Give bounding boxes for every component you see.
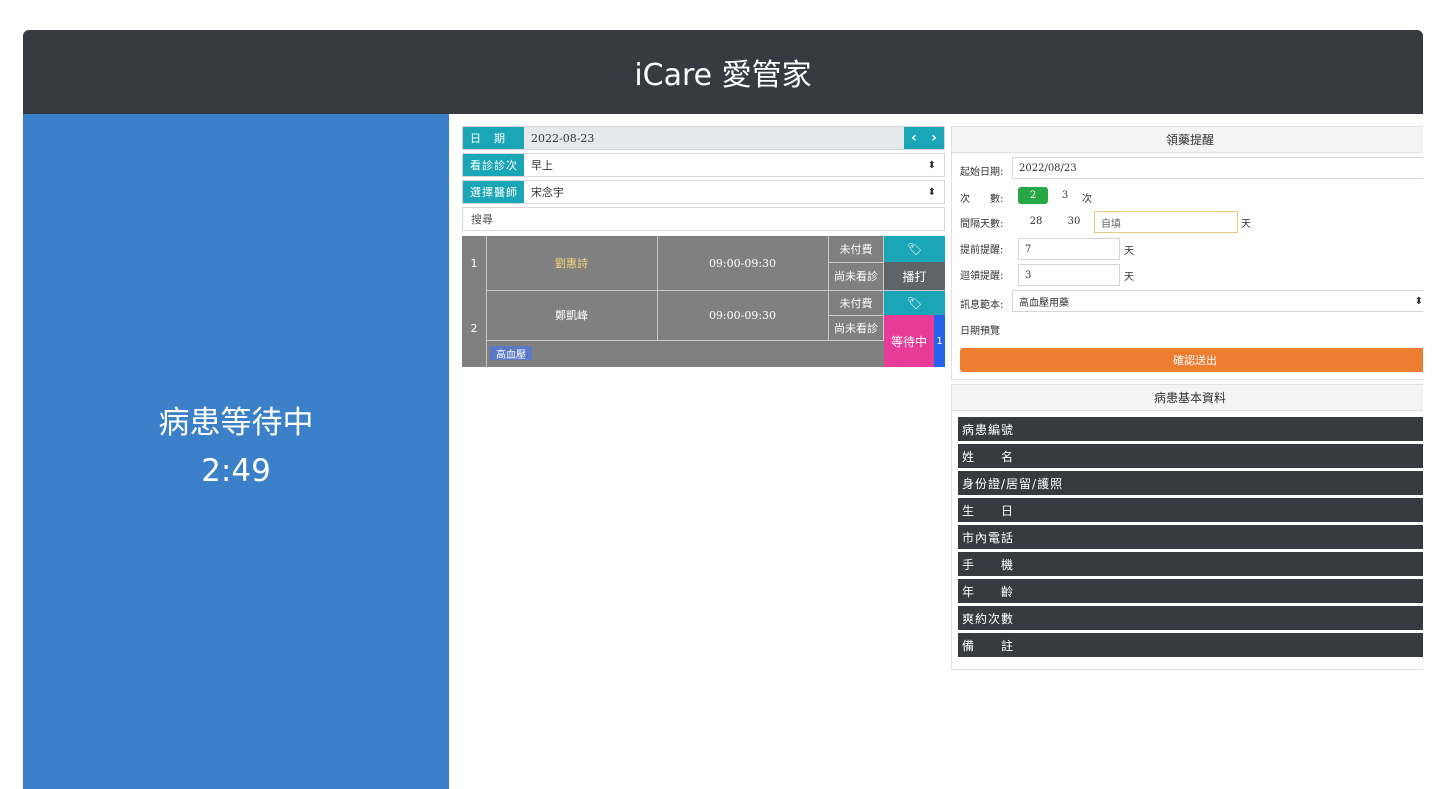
app-title: iCare 愛管家 [23, 30, 1423, 114]
condition-tag: 高血壓 [490, 346, 532, 361]
waiting-button[interactable]: 等待中 [884, 315, 934, 367]
search-input[interactable]: 搜尋 [462, 207, 945, 231]
info-row-mobile: 手 機 [958, 552, 1423, 576]
interval-option-30[interactable]: 30 [1062, 213, 1086, 230]
search-placeholder: 搜尋 [471, 213, 493, 226]
appointment-time: 09:00-09:30 [708, 308, 777, 322]
interval-custom-input[interactable]: 自填 [1094, 211, 1238, 233]
info-row-id-number: 身份證/居留/護照 [958, 471, 1423, 495]
appointment-time: 09:00-09:30 [708, 256, 777, 270]
date-label: 日 期 [463, 127, 524, 149]
waiting-count: 1 [934, 315, 945, 367]
visit-status: 尚未看診 [834, 321, 878, 335]
session-value: 早上 [531, 159, 553, 172]
divider [486, 290, 945, 291]
info-row-name: 姓 名 [958, 444, 1423, 468]
patient-info-card: 病患基本資料 病患編號 姓 名 身份證/居留/護照 生 日 市內電話 手 機 年… [951, 384, 1423, 670]
tag-icon[interactable]: 🏷 [884, 236, 945, 262]
patient-name[interactable]: 鄭凱峰 [486, 290, 657, 340]
doctor-label: 選擇醫師 [463, 181, 524, 203]
app-window: iCare 愛管家 病患等待中 2:49 日 期 2022-08-23 ‹ › … [23, 30, 1423, 789]
medication-reminder-card: 領藥提醒 起始日期: 2022/08/23 次 數: 2 3 次 間隔天數: 2… [951, 126, 1423, 380]
doctor-value: 宋念宇 [531, 186, 564, 199]
doctor-select[interactable]: 選擇醫師 宋念宇 ⬍ [462, 180, 945, 204]
divider [657, 236, 658, 340]
select-caret-icon: ⬍ [927, 159, 936, 171]
divider [828, 262, 884, 263]
repeat-label: 迴領提醒: [960, 271, 1004, 282]
date-preview-label: 日期預覽 [960, 326, 1000, 337]
info-row-no-show: 爽約次數 [958, 606, 1423, 630]
advance-input[interactable]: 7 [1018, 238, 1120, 260]
advance-label: 提前提醒: [960, 245, 1004, 256]
times-label: 次 數: [960, 194, 1004, 205]
info-row-birthday: 生 日 [958, 498, 1423, 522]
divider [883, 236, 884, 340]
repeat-input[interactable]: 3 [1018, 264, 1120, 286]
appointment-list: 1 劉惠詩 09:00-09:30 未付費 尚未看診 🏷 播打 2 鄭凱峰 09… [462, 236, 945, 367]
tag-icon[interactable]: 🏷 [884, 290, 945, 315]
interval-option-28[interactable]: 28 [1024, 213, 1048, 230]
payment-status: 未付費 [839, 296, 873, 310]
divider [486, 236, 487, 367]
advance-unit: 天 [1124, 246, 1134, 257]
divider [486, 340, 884, 341]
interval-label: 間隔天數: [960, 219, 1004, 230]
info-row-patient-id: 病患編號 [958, 417, 1423, 441]
date-nav: ‹ › [904, 127, 944, 149]
date-value[interactable]: 2022-08-23 [531, 127, 594, 149]
repeat-unit: 天 [1124, 272, 1134, 283]
times-option-2[interactable]: 2 [1018, 187, 1048, 204]
row-number: 1 [470, 256, 478, 270]
submit-button[interactable]: 確認送出 [960, 348, 1423, 372]
start-date-field[interactable]: 2022/08/23 [1012, 157, 1423, 179]
divider [828, 236, 829, 340]
template-select[interactable]: 高血壓用藥 ⬍ [1012, 290, 1423, 312]
chevron-left-icon[interactable]: ‹ [911, 130, 917, 146]
divider [828, 315, 884, 316]
waiting-status: 病患等待中 [158, 404, 314, 441]
chevron-right-icon[interactable]: › [931, 130, 937, 146]
info-row-notes: 備 註 [958, 633, 1423, 657]
waiting-timer: 2:49 [201, 452, 271, 489]
visit-status: 尚未看診 [834, 270, 878, 283]
template-label: 訊息範本: [960, 300, 1004, 311]
info-row-age: 年 齡 [958, 579, 1423, 603]
patient-info-title: 病患基本資料 [952, 385, 1423, 411]
session-label: 看診診次 [463, 154, 524, 176]
payment-status: 未付費 [839, 243, 873, 256]
info-row-phone: 市內電話 [958, 525, 1423, 549]
sidebar-status-panel: 病患等待中 2:49 [23, 114, 449, 789]
date-row: 日 期 2022-08-23 ‹ › [462, 126, 945, 150]
call-button[interactable]: 播打 [884, 262, 945, 290]
reminder-title: 領藥提醒 [952, 127, 1423, 153]
interval-unit: 天 [1241, 219, 1251, 230]
patient-name[interactable]: 劉惠詩 [486, 236, 657, 290]
template-value: 高血壓用藥 [1019, 297, 1069, 309]
select-caret-icon: ⬍ [1414, 295, 1423, 307]
times-option-3[interactable]: 3 [1058, 187, 1072, 204]
select-caret-icon: ⬍ [927, 186, 936, 198]
row-number: 2 [470, 322, 478, 335]
start-date-label: 起始日期: [960, 167, 1004, 178]
times-unit: 次 [1082, 194, 1092, 205]
session-select[interactable]: 看診診次 早上 ⬍ [462, 153, 945, 177]
